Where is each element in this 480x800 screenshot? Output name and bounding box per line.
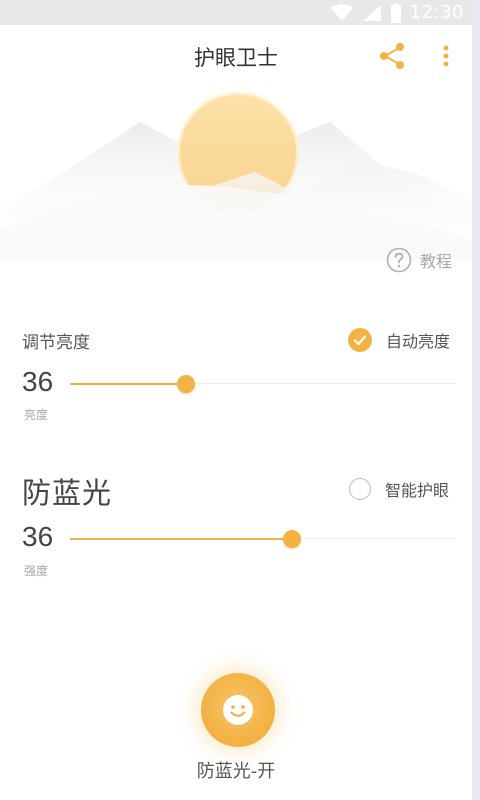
checked-circle-icon [348,328,372,352]
blue-light-section-title: 防蓝光 [22,476,113,510]
wifi-icon [330,3,354,21]
slider-thumb[interactable] [282,530,301,548]
smart-eye-care-toggle[interactable]: 智能护眼 [349,477,449,501]
help-icon [386,247,412,273]
slider-fill [70,383,186,385]
blue-light-filter-status: 防蓝光-开 [196,761,276,782]
status-time: 12:30 [409,2,464,23]
battery-icon [390,2,401,23]
tutorial-label: 教程 [420,252,453,271]
brightness-section-title: 调节亮度 [22,333,90,353]
share-icon[interactable] [376,40,408,72]
brightness-value: 36 [22,366,54,397]
brightness-unit: 亮度 [24,408,49,422]
app-screen: 12:30 护眼卫士 教程 调节亮度 自动亮度 36 亮度 防蓝光 智能护眼 3… [0,0,472,800]
blue-light-slider[interactable] [70,529,456,549]
blue-light-filter-button[interactable] [201,673,275,747]
cell-signal-icon [362,4,381,21]
unchecked-circle-icon [349,478,371,500]
more-options-icon[interactable] [436,40,456,72]
brightness-slider[interactable] [70,374,456,394]
smart-eye-care-label: 智能护眼 [385,481,450,500]
tutorial-link[interactable]: 教程 [386,247,452,273]
smiley-icon [223,695,253,725]
auto-brightness-toggle[interactable]: 自动亮度 [348,328,450,352]
slider-fill [70,538,292,540]
status-bar: 12:30 [0,0,472,25]
auto-brightness-label: 自动亮度 [386,332,451,351]
blue-light-value: 36 [22,521,54,552]
sun-mountain-illustration [0,83,472,260]
slider-thumb[interactable] [176,375,195,393]
blue-light-unit: 强度 [24,564,49,578]
